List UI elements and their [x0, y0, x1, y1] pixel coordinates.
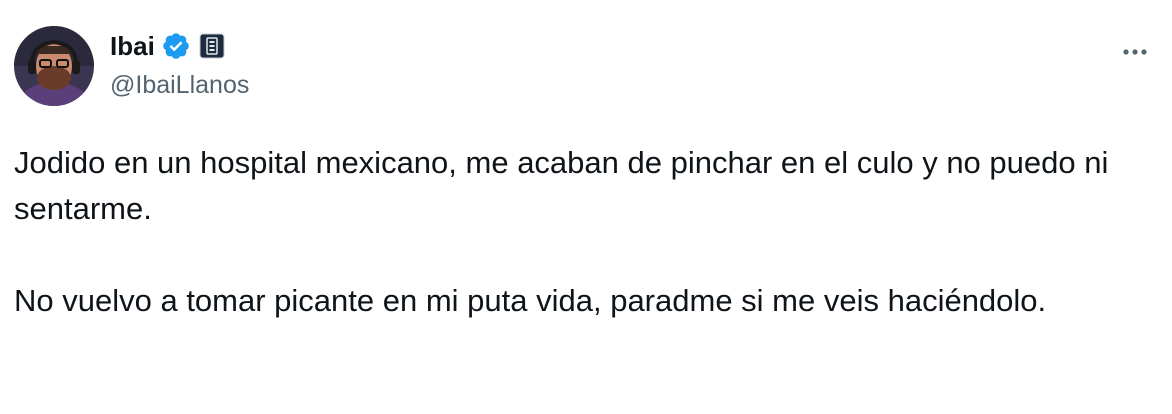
- avatar[interactable]: [14, 26, 94, 106]
- avatar-image: [14, 26, 94, 106]
- more-options-icon[interactable]: [1118, 42, 1152, 62]
- author-names: Ibai @IbaiLlanos: [110, 28, 249, 102]
- tweet-paragraph: Jodido en un hospital mexicano, me acaba…: [14, 145, 1109, 226]
- tweet-card: Ibai @IbaiLlanos Jodido en un hospital m…: [0, 0, 1172, 414]
- author-handle[interactable]: @IbaiLlanos: [110, 68, 249, 102]
- tweet-text: Jodido en un hospital mexicano, me acaba…: [14, 140, 1154, 324]
- affiliate-badge-icon[interactable]: [199, 33, 225, 59]
- tweet-header: Ibai @IbaiLlanos: [14, 26, 1154, 106]
- tweet-paragraph: No vuelvo a tomar picante en mi puta vid…: [14, 283, 1047, 318]
- verified-badge-icon[interactable]: [161, 31, 191, 61]
- name-row: Ibai: [110, 28, 249, 64]
- display-name[interactable]: Ibai: [110, 28, 155, 64]
